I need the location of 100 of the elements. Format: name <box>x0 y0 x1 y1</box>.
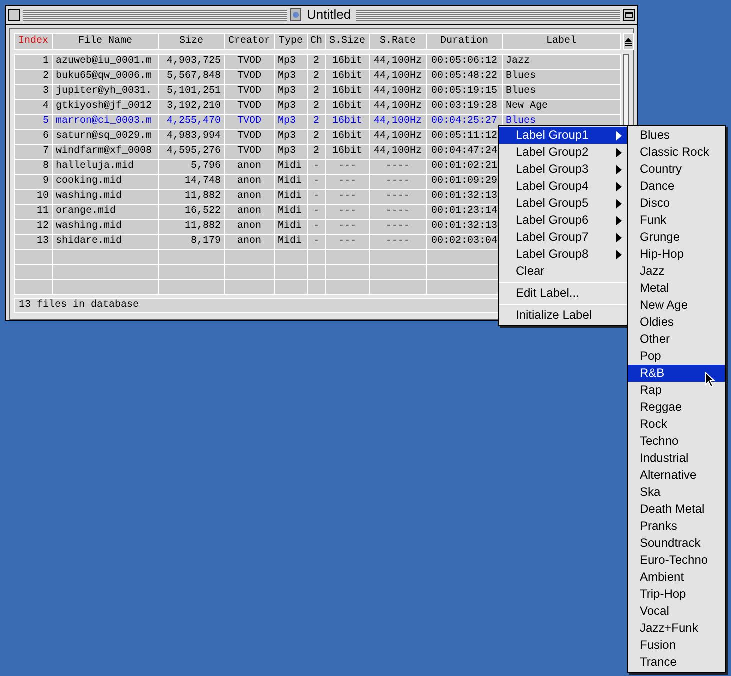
menu-item[interactable]: Alternative <box>628 467 725 484</box>
menu-item[interactable]: Grunge <box>628 229 725 246</box>
table-cell: ---- <box>370 220 426 234</box>
menu-item[interactable]: Label Group5 <box>499 195 627 212</box>
table-cell: 11,882 <box>159 190 224 204</box>
menu-item[interactable]: Techno <box>628 433 725 450</box>
menu-item[interactable]: Clear <box>499 263 627 280</box>
menu-item[interactable]: Trance <box>628 654 725 671</box>
table-cell: - <box>308 235 325 249</box>
table-cell: 2 <box>308 130 325 144</box>
eject-icon <box>624 38 633 46</box>
table-cell: ---- <box>370 235 426 249</box>
table-cell: 16bit <box>326 70 369 84</box>
table-cell: 4,983,994 <box>159 130 224 144</box>
table-cell: gtkiyosh@jf_0012 <box>53 100 158 114</box>
menu-item[interactable]: Label Group2 <box>499 144 627 161</box>
column-header[interactable]: Type <box>275 34 307 49</box>
table-cell: shidare.mid <box>53 235 158 249</box>
table-cell: anon <box>225 160 274 174</box>
menu-item[interactable]: Hip-Hop <box>628 246 725 263</box>
table-cell: ---- <box>370 175 426 189</box>
column-header[interactable]: Duration <box>427 34 502 49</box>
table-cell: 5,796 <box>159 160 224 174</box>
menu-item[interactable]: Rap <box>628 382 725 399</box>
column-header[interactable]: File Name <box>53 34 158 49</box>
document-icon <box>290 8 302 22</box>
menu-item[interactable]: Label Group3 <box>499 161 627 178</box>
menu-item[interactable]: Country <box>628 161 725 178</box>
menu-item[interactable]: Ska <box>628 484 725 501</box>
menu-item[interactable]: R&B <box>628 365 725 382</box>
menu-item[interactable]: New Age <box>628 297 725 314</box>
menu-item[interactable]: Edit Label... <box>499 285 627 302</box>
menu-item[interactable]: Rock <box>628 416 725 433</box>
table-cell: Midi <box>275 235 307 249</box>
table-cell: 16bit <box>326 115 369 129</box>
menu-item[interactable]: Label Group8 <box>499 246 627 263</box>
table-cell: 13 <box>15 235 52 249</box>
menu-item[interactable]: Label Group7 <box>499 229 627 246</box>
menu-item[interactable]: Vocal <box>628 603 725 620</box>
table-cell: azuweb@iu_0001.m <box>53 55 158 69</box>
table-cell: 8 <box>15 160 52 174</box>
table-cell: 00:03:19:28 <box>427 100 502 114</box>
table-cell: washing.mid <box>53 190 158 204</box>
menu-item[interactable]: Label Group4 <box>499 178 627 195</box>
table-cell: 2 <box>308 115 325 129</box>
table-cell: Midi <box>275 160 307 174</box>
table-cell: 11 <box>15 205 52 219</box>
menu-item[interactable]: Label Group6 <box>499 212 627 229</box>
table-cell: halleluja.mid <box>53 160 158 174</box>
table-cell: 4 <box>15 100 52 114</box>
menu-item[interactable]: Metal <box>628 280 725 297</box>
menu-item[interactable]: Classic Rock <box>628 144 725 161</box>
table-cell: TVOD <box>225 100 274 114</box>
menu-item[interactable]: Oldies <box>628 314 725 331</box>
column-header[interactable]: S.Size <box>326 34 369 49</box>
column-header[interactable]: Ch <box>308 34 325 49</box>
table-cell: 9 <box>15 175 52 189</box>
menu-item[interactable]: Pop <box>628 348 725 365</box>
menu-item[interactable]: Soundtrack <box>628 535 725 552</box>
column-header[interactable]: Size <box>159 34 224 49</box>
table-cell: 3 <box>15 85 52 99</box>
table-cell: 4,595,276 <box>159 145 224 159</box>
menu-item[interactable]: Funk <box>628 212 725 229</box>
menu-item[interactable]: Fusion <box>628 637 725 654</box>
table-cell: ---- <box>370 160 426 174</box>
table-cell: orange.mid <box>53 205 158 219</box>
table-cell: 2 <box>308 85 325 99</box>
column-header[interactable]: S.Rate <box>370 34 426 49</box>
menu-item[interactable]: Label Group1 <box>499 127 627 144</box>
table-cell: 10 <box>15 190 52 204</box>
table-cell: 11,882 <box>159 220 224 234</box>
menu-item[interactable]: Euro-Techno <box>628 552 725 569</box>
menu-item[interactable]: Ambient <box>628 569 725 586</box>
column-header[interactable]: Creator <box>225 34 274 49</box>
column-header[interactable]: Label <box>503 34 620 49</box>
table-cell: --- <box>326 175 369 189</box>
menu-item[interactable]: Disco <box>628 195 725 212</box>
menu-item[interactable]: Blues <box>628 127 725 144</box>
sort-button[interactable] <box>623 33 634 50</box>
menu-item[interactable]: Industrial <box>628 450 725 467</box>
table-cell: Blues <box>503 85 620 99</box>
menu-item[interactable]: Other <box>628 331 725 348</box>
menu-item[interactable]: Dance <box>628 178 725 195</box>
menu-item[interactable]: Jazz <box>628 263 725 280</box>
table-cell: 1 <box>15 55 52 69</box>
menu-item[interactable]: Reggae <box>628 399 725 416</box>
zoom-box[interactable] <box>623 9 636 21</box>
table-cell: saturn@sq_0029.m <box>53 130 158 144</box>
table-cell: TVOD <box>225 85 274 99</box>
menu-item[interactable]: Jazz+Funk <box>628 620 725 637</box>
menu-item[interactable]: Trip-Hop <box>628 586 725 603</box>
menu-item[interactable]: Pranks <box>628 518 725 535</box>
window-title: Untitled <box>306 6 352 24</box>
table-cell: Midi <box>275 220 307 234</box>
menu-item[interactable]: Death Metal <box>628 501 725 518</box>
table-cell: 2 <box>308 100 325 114</box>
table-cell: 44,100Hz <box>370 115 426 129</box>
table-cell: 44,100Hz <box>370 55 426 69</box>
close-box[interactable] <box>8 9 20 21</box>
table-cell: Mp3 <box>275 85 307 99</box>
